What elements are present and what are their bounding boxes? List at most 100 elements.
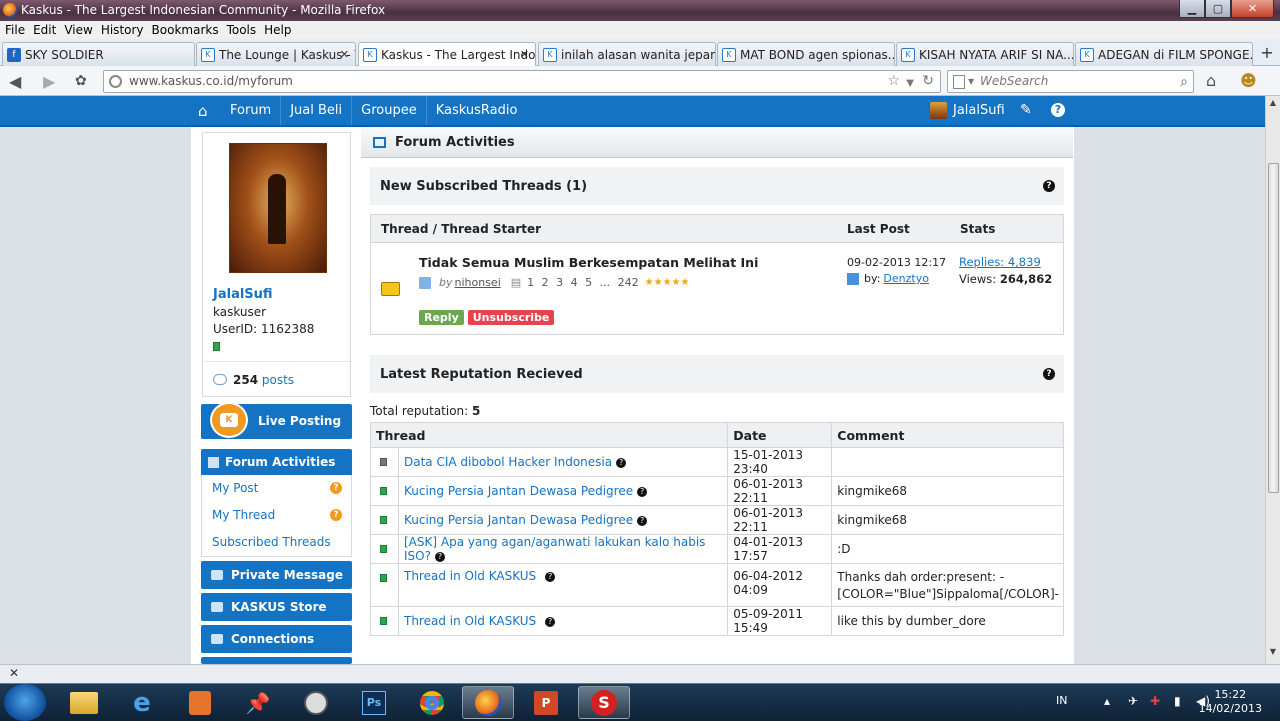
maximize-button[interactable]: ▢	[1205, 0, 1231, 18]
replies-link[interactable]: Replies: 4,839	[959, 255, 1041, 269]
addon-face-icon[interactable]: ☻	[1240, 71, 1257, 90]
pin-icon[interactable]: ✈	[1128, 694, 1138, 708]
go-to-post-icon[interactable]	[847, 272, 859, 285]
search-engine-icon[interactable]	[953, 75, 965, 89]
arrow-down-icon[interactable]	[419, 276, 431, 289]
internet-explorer-icon[interactable]: e	[116, 686, 168, 719]
question-icon[interactable]: ?	[330, 509, 342, 521]
nav-forum[interactable]: Forum	[221, 96, 280, 125]
profile-userid: UserID: 1162388	[213, 322, 315, 336]
thread-link[interactable]: Kucing Persia Jantan Dewasa Pedigree	[404, 484, 633, 498]
home-icon[interactable]: ⌂	[1206, 71, 1216, 90]
my-thread-link[interactable]: My Thread	[212, 508, 275, 522]
lastpost-user-link[interactable]: Denztyo	[883, 272, 929, 285]
powerpoint-icon[interactable]: P	[520, 686, 572, 719]
tab-the-lounge[interactable]: K The Lounge | Kaskus - The... ✕	[196, 42, 356, 66]
sidebar-more-button[interactable]	[201, 657, 352, 664]
private-message-button[interactable]: Private Message	[201, 561, 352, 589]
thread-title-link[interactable]: Tidak Semua Muslim Berkesempatan Melihat…	[419, 255, 758, 270]
nav-kaskusradio[interactable]: KaskusRadio	[425, 96, 527, 125]
menu-tools[interactable]: Tools	[227, 23, 257, 37]
close-tab-icon[interactable]: ✕	[520, 48, 529, 61]
help-icon[interactable]: ?	[637, 487, 648, 497]
my-post-link[interactable]: My Post	[212, 481, 258, 495]
minimize-button[interactable]: ▁	[1179, 0, 1205, 18]
help-icon[interactable]: ?	[545, 572, 556, 582]
addons-icon[interactable]: ✿	[75, 73, 87, 89]
tab-adegan[interactable]: K ADEGAN di FILM SPONGE...	[1075, 42, 1253, 66]
profile-picture[interactable]	[229, 143, 327, 273]
scroll-down-icon[interactable]: ▼	[1266, 647, 1280, 662]
menu-help[interactable]: Help	[264, 23, 291, 37]
pushpin-icon[interactable]: 📌	[232, 686, 284, 719]
new-tab-button[interactable]: +	[1254, 42, 1280, 66]
dropdown-icon[interactable]: ▼	[906, 73, 914, 94]
help-icon[interactable]: ?	[1043, 368, 1055, 380]
tab-mat-bond[interactable]: K MAT BOND agen spionas...	[717, 42, 895, 66]
thread-link[interactable]: Data CIA dibobol Hacker Indonesia	[404, 455, 612, 469]
thread-link[interactable]: Thread in Old KASKUS	[404, 614, 536, 628]
vertical-scrollbar[interactable]: ▲ ▼	[1265, 96, 1280, 664]
reply-button[interactable]: Reply	[419, 310, 464, 325]
pencil-icon[interactable]: ✎	[1020, 102, 1032, 118]
clock[interactable]: 15:22 14/02/2013	[1199, 688, 1262, 716]
menu-bookmarks[interactable]: Bookmarks	[152, 23, 219, 37]
thread-link[interactable]: Thread in Old KASKUS	[404, 569, 536, 583]
unsubscribe-button[interactable]: Unsubscribe	[467, 310, 555, 325]
help-icon[interactable]: ?	[545, 617, 556, 627]
tab-kaskus-active[interactable]: K Kaskus - The Largest Indo... ✕	[358, 42, 536, 67]
close-tab-icon[interactable]: ✕	[340, 48, 349, 61]
user-menu[interactable]: JalalSufi	[930, 96, 1005, 125]
thread-link[interactable]: [ASK] Apa yang agan/aganwati lakukan kal…	[404, 535, 705, 563]
thread-starter-link[interactable]: nihonsei	[455, 276, 501, 289]
clock-app-icon[interactable]	[290, 686, 342, 719]
profile-name[interactable]: JalalSufi	[213, 287, 273, 302]
app-s-icon[interactable]: S	[578, 686, 630, 719]
close-button[interactable]: ✕	[1231, 0, 1274, 18]
site-home-icon[interactable]: ⌂	[198, 102, 208, 120]
thread-link[interactable]: Kucing Persia Jantan Dewasa Pedigree	[404, 513, 633, 527]
language-indicator[interactable]: IN	[1056, 694, 1067, 707]
chevron-up-icon[interactable]: ▴	[1104, 694, 1110, 708]
tab-kisah-nyata[interactable]: K KISAH NYATA ARIF SI NA...	[896, 42, 1074, 66]
help-icon[interactable]: ?	[1051, 103, 1065, 117]
security-icon[interactable]: ✚	[1150, 694, 1160, 708]
page-links[interactable]: 1 2 3 4 5 ... 242	[527, 276, 638, 289]
menu-file[interactable]: File	[5, 23, 25, 37]
live-posting-button[interactable]: K Live Posting	[201, 402, 352, 439]
search-bar[interactable]: ▼ WebSearch ⌕	[947, 70, 1194, 93]
search-icon[interactable]: ⌕	[1180, 72, 1188, 93]
explorer-icon[interactable]	[58, 686, 110, 719]
help-icon[interactable]: ?	[434, 552, 445, 562]
menu-edit[interactable]: Edit	[33, 23, 56, 37]
firefox-taskbar-icon[interactable]	[462, 686, 514, 719]
help-icon[interactable]: ?	[637, 516, 648, 526]
scroll-up-icon[interactable]: ▲	[1266, 98, 1280, 113]
forward-icon[interactable]: ▶	[43, 72, 55, 91]
network-icon[interactable]: ▮	[1174, 694, 1181, 708]
kaskus-store-button[interactable]: KASKUS Store	[201, 593, 352, 621]
menu-history[interactable]: History	[101, 23, 144, 37]
menu-view[interactable]: View	[64, 23, 92, 37]
posts-link[interactable]: posts	[262, 373, 294, 387]
help-icon[interactable]: ?	[616, 458, 627, 468]
start-button[interactable]	[4, 684, 46, 721]
nav-jual-beli[interactable]: Jual Beli	[280, 96, 351, 125]
connections-button[interactable]: Connections	[201, 625, 352, 653]
url-bar[interactable]: www.kaskus.co.id/myforum ☆ ▼ ↻	[103, 70, 941, 93]
media-player-icon[interactable]	[174, 686, 226, 719]
photoshop-icon[interactable]: Ps	[348, 686, 400, 719]
nav-groupee[interactable]: Groupee	[351, 96, 426, 125]
help-icon[interactable]: ?	[1043, 180, 1055, 192]
tab-sky-soldier[interactable]: f SKY SOLDIER	[2, 42, 195, 66]
subscribed-threads-link[interactable]: Subscribed Threads	[212, 535, 331, 549]
star-icon[interactable]: ☆	[887, 71, 900, 92]
close-addon-bar-icon[interactable]: ✕	[9, 666, 19, 680]
scrollbar-thumb[interactable]	[1268, 163, 1279, 493]
reload-icon[interactable]: ↻	[922, 71, 934, 92]
tab-inilah-alasan[interactable]: K inilah alasan wanita jepan...	[538, 42, 716, 66]
forum-activities-button[interactable]: Forum Activities	[201, 449, 352, 475]
back-icon[interactable]: ◀	[9, 72, 21, 91]
question-icon[interactable]: ?	[330, 482, 342, 494]
chrome-icon[interactable]	[406, 686, 458, 719]
